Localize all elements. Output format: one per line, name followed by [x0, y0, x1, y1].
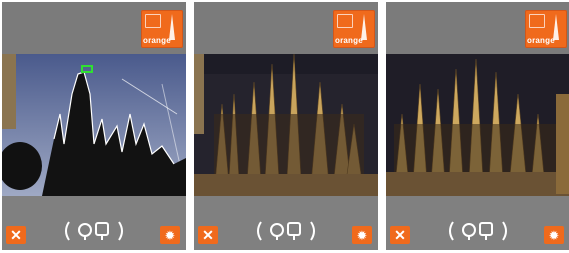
gear-icon: ✹ — [548, 227, 560, 243]
close-icon: ✕ — [10, 227, 22, 243]
settings-button[interactable]: ✹ — [352, 226, 372, 244]
close-icon: ✕ — [202, 227, 214, 243]
camera-feed — [386, 54, 569, 196]
camera-phone-mode-icon[interactable] — [445, 218, 511, 244]
close-icon: ✕ — [394, 227, 406, 243]
camera-viewport[interactable] — [194, 54, 378, 196]
orange-logo[interactable]: orange — [333, 10, 375, 48]
camera-feed — [194, 54, 378, 196]
close-button[interactable]: ✕ — [390, 226, 410, 244]
gear-icon: ✹ — [356, 227, 368, 243]
camera-phone-mode-icon[interactable] — [61, 218, 127, 244]
gear-icon: ✹ — [164, 227, 176, 243]
camera-viewport[interactable] — [386, 54, 569, 196]
phone-screen-3: orange ✕ ✹ — [386, 2, 569, 250]
brand-label: orange — [335, 36, 363, 45]
close-button[interactable]: ✕ — [6, 226, 26, 244]
camera-viewport[interactable] — [2, 54, 186, 196]
brand-label: orange — [143, 36, 171, 45]
brand-label: orange — [527, 36, 555, 45]
camera-feed — [2, 54, 186, 196]
phone-screen-1: orange ✕ ✹ — [2, 2, 186, 250]
settings-button[interactable]: ✹ — [160, 226, 180, 244]
ar-badge — [529, 14, 545, 28]
orange-logo[interactable]: orange — [525, 10, 567, 48]
phone-screen-2: orange ✕ ✹ — [194, 2, 378, 250]
orange-logo[interactable]: orange — [141, 10, 183, 48]
settings-button[interactable]: ✹ — [544, 226, 564, 244]
ar-badge — [145, 14, 161, 28]
close-button[interactable]: ✕ — [198, 226, 218, 244]
camera-phone-mode-icon[interactable] — [253, 218, 319, 244]
ar-badge — [337, 14, 353, 28]
